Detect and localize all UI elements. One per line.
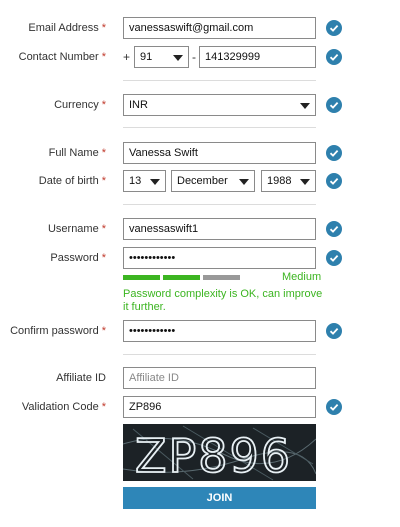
section-divider [123,354,316,355]
dob-year-select[interactable]: 1988 [261,170,316,192]
required-marker: * [101,99,106,111]
password-label: Password * [50,252,106,264]
check-icon [326,145,342,161]
check-icon [326,97,342,113]
confirm-password-field[interactable]: •••••••••••• [123,320,316,342]
strength-bar-segment-2 [163,275,200,280]
validation-code-field[interactable]: ZP896 [123,396,316,418]
validation-label: Validation Code * [21,401,106,413]
full-name-label: Full Name * [48,147,106,159]
dob-label: Date of birth * [38,175,106,187]
chevron-down-icon [239,179,249,185]
required-marker: * [101,51,106,63]
required-marker: * [101,22,106,34]
captcha-image: ZP896 [123,424,316,481]
contact-label: Contact Number * [18,51,106,63]
chevron-down-icon [173,55,183,61]
confirm-password-label: Confirm password * [10,325,106,337]
chevron-down-icon [150,179,160,185]
validation-row: Validation Code * ZP896 [0,396,400,420]
full-name-field[interactable]: Vanessa Swift [123,142,316,164]
full-name-row: Full Name * Vanessa Swift [0,142,400,166]
email-field[interactable]: vanessaswift@gmail.com [123,17,316,39]
password-strength-label: Medium [282,271,322,283]
required-marker: * [101,175,106,187]
check-icon [326,173,342,189]
captcha-text: ZP896 [135,429,292,481]
username-label: Username * [47,223,106,235]
check-icon [326,49,342,65]
join-button[interactable]: JOIN [123,487,316,509]
check-icon [326,221,342,237]
strength-bar-segment-1 [123,275,160,280]
section-divider [123,204,316,205]
chevron-down-icon [300,103,310,109]
chevron-down-icon [300,179,310,185]
strength-bar-segment-3 [203,275,240,280]
required-marker: * [101,147,106,159]
affiliate-field[interactable]: Affiliate ID [123,367,316,389]
dob-row: Date of birth * 13 December 1988 [0,170,400,194]
affiliate-label: Affiliate ID [56,372,106,384]
dob-day-select[interactable]: 13 [123,170,166,192]
affiliate-row: Affiliate ID Affiliate ID [0,367,400,391]
dash-separator: - [192,50,196,64]
currency-row: Currency * INR [0,94,400,118]
password-row: Password * •••••••••••• [0,247,400,271]
required-marker: * [101,325,106,337]
required-marker: * [101,252,106,264]
contact-number-field[interactable]: 141329999 [199,46,316,68]
plus-sign: + [123,50,131,64]
check-icon [326,20,342,36]
section-divider [123,127,316,128]
password-strength-message: Password complexity is OK, can improve i… [123,288,323,313]
contact-row: Contact Number * + 91 - 141329999 [0,46,400,70]
check-icon [326,399,342,415]
email-row: Email Address * vanessaswift@gmail.com [0,17,400,41]
required-marker: * [101,401,106,413]
currency-select[interactable]: INR [123,94,316,116]
currency-label: Currency * [54,99,106,111]
check-icon [326,323,342,339]
section-divider [123,80,316,81]
country-code-select[interactable]: 91 [134,46,189,68]
check-icon [326,250,342,266]
username-row: Username * vanessaswift1 [0,218,400,242]
username-field[interactable]: vanessaswift1 [123,218,316,240]
required-marker: * [101,223,106,235]
dob-month-select[interactable]: December [171,170,255,192]
email-label: Email Address * [28,22,106,34]
password-field[interactable]: •••••••••••• [123,247,316,269]
confirm-password-row: Confirm password * •••••••••••• [0,320,400,344]
